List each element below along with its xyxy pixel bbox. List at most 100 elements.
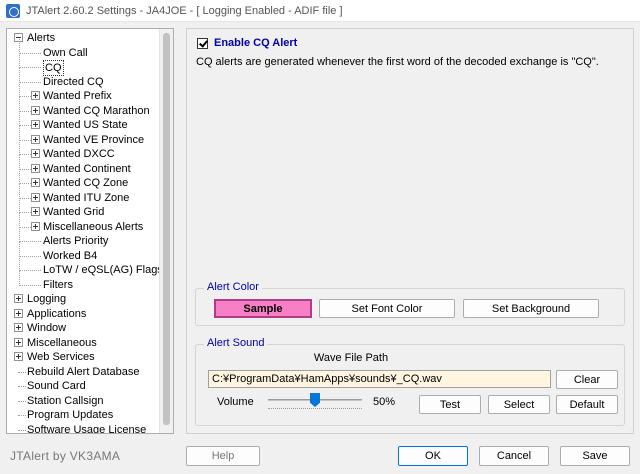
tree-item-label[interactable]: LoTW / eQSL(AG) Flags xyxy=(43,263,159,277)
tree-item-label[interactable]: Own Call xyxy=(43,46,88,60)
set-font-color-button[interactable]: Set Font Color xyxy=(319,299,455,318)
tree-item-label[interactable]: Wanted CQ Zone xyxy=(43,176,128,190)
expand-icon[interactable] xyxy=(14,337,23,347)
expand-icon[interactable] xyxy=(31,207,40,216)
tree-item-label[interactable]: Wanted Continent xyxy=(43,162,131,176)
tree-item-label[interactable]: Wanted US State xyxy=(43,118,128,132)
tree-item[interactable]: Wanted VE Province xyxy=(7,125,157,147)
tree-item[interactable]: Sound Card xyxy=(7,379,157,393)
tree-item-label[interactable]: Software Usage License xyxy=(27,423,146,434)
tree-item-label[interactable]: Web Services xyxy=(27,350,95,364)
tree-item-label[interactable]: Window xyxy=(27,321,66,335)
tree-item[interactable]: Own Call xyxy=(7,38,157,60)
tree-item[interactable]: Program Updates xyxy=(7,408,157,422)
tree-item[interactable]: Rebuild Alert Database xyxy=(7,365,157,379)
tree-item[interactable]: Wanted Prefix xyxy=(7,82,157,103)
expand-icon[interactable] xyxy=(31,163,40,173)
set-background-button[interactable]: Set Background xyxy=(463,299,599,318)
tree-item-label[interactable]: Wanted DXCC xyxy=(43,147,115,161)
tree-item-label[interactable]: Wanted VE Province xyxy=(43,133,144,147)
cancel-button[interactable]: Cancel xyxy=(479,446,549,466)
expand-icon[interactable] xyxy=(31,192,40,202)
tree-item-label[interactable]: Alerts Priority xyxy=(43,234,108,248)
expand-icon[interactable] xyxy=(31,134,40,144)
tree-item[interactable]: Applications xyxy=(7,307,157,321)
expand-icon[interactable] xyxy=(31,91,40,100)
volume-label: Volume xyxy=(217,396,254,408)
tree-connector xyxy=(19,169,20,184)
tree-item-label[interactable]: Miscellaneous xyxy=(27,336,97,350)
expand-icon[interactable] xyxy=(31,149,40,158)
tree-item[interactable]: Window xyxy=(7,321,157,335)
tree-scrollbar-thumb[interactable] xyxy=(163,33,170,425)
tree-item[interactable]: Wanted CQ Marathon xyxy=(7,96,157,118)
help-button[interactable]: Help xyxy=(186,446,260,466)
tree-item[interactable]: Wanted Grid xyxy=(7,198,157,219)
tree-connector xyxy=(19,110,31,112)
tree-item-label[interactable]: Wanted CQ Marathon xyxy=(43,104,150,118)
alert-sound-group: Alert Sound Wave File Path C:¥ProgramDat… xyxy=(195,337,625,426)
tree-item[interactable]: LoTW / eQSL(AG) Flags xyxy=(7,256,159,277)
enable-cq-alert-label[interactable]: Enable CQ Alert xyxy=(214,37,297,49)
expand-icon[interactable] xyxy=(14,323,23,332)
tree-item[interactable]: CQ xyxy=(7,53,157,76)
clear-button[interactable]: Clear xyxy=(556,370,618,389)
tree-item-label[interactable]: Alerts xyxy=(27,31,55,45)
tree-item-label[interactable]: Filters xyxy=(43,278,73,292)
settings-tree[interactable]: Alerts Own Call CQ Directed CQ Wanted Prefix… xyxy=(6,28,174,434)
tree-item[interactable]: Logging xyxy=(7,292,157,306)
default-sound-button[interactable]: Default xyxy=(556,395,618,414)
tree-item[interactable]: Software Usage License xyxy=(7,423,157,434)
tree-item-label[interactable]: Directed CQ xyxy=(43,75,104,89)
tree-item-label[interactable]: Wanted Prefix xyxy=(43,89,112,103)
tree-item-label[interactable]: Sound Card xyxy=(27,379,86,393)
volume-slider[interactable] xyxy=(266,391,364,411)
wave-file-path-input[interactable]: C:¥ProgramData¥HamApps¥sounds¥_CQ.wav xyxy=(208,370,551,388)
tree-item-label[interactable]: Wanted Grid xyxy=(43,205,104,219)
tree-item[interactable]: Directed CQ xyxy=(7,67,157,89)
tree-item-label[interactable]: Rebuild Alert Database xyxy=(27,365,140,379)
tree-item[interactable]: Web Services xyxy=(7,350,157,364)
tree-connector xyxy=(19,226,31,228)
select-sound-button[interactable]: Select xyxy=(488,395,550,414)
tree-item[interactable]: Worked B4 xyxy=(7,241,157,263)
tree-item-label[interactable]: Program Updates xyxy=(27,408,113,422)
ok-button[interactable]: OK xyxy=(398,446,468,466)
tree-item[interactable]: Wanted US State xyxy=(7,111,157,132)
expand-icon[interactable] xyxy=(31,120,40,129)
tree-item[interactable]: Miscellaneous xyxy=(7,336,157,350)
expand-icon[interactable] xyxy=(31,105,40,115)
tree-connector xyxy=(19,197,31,199)
expand-icon[interactable] xyxy=(14,352,23,361)
enable-cq-alert-row[interactable]: Enable CQ Alert xyxy=(197,37,297,49)
tree-item[interactable]: Filters xyxy=(7,270,157,292)
tree-item-label[interactable]: Miscellaneous Alerts xyxy=(43,220,143,234)
tree-scrollbar[interactable] xyxy=(159,29,173,433)
tree-item-label[interactable]: Worked B4 xyxy=(43,249,97,263)
expand-icon[interactable] xyxy=(14,294,23,303)
alert-color-legend: Alert Color xyxy=(204,281,262,293)
tree-connector xyxy=(19,125,31,126)
test-sound-button[interactable]: Test xyxy=(419,395,481,414)
tree-connector xyxy=(19,53,20,68)
tree-item-label[interactable]: Logging xyxy=(27,292,66,306)
cq-alert-description: CQ alerts are generated whenever the fir… xyxy=(196,56,599,68)
tree-item[interactable]: Station Callsign xyxy=(7,394,157,408)
tree-item[interactable]: Miscellaneous Alerts xyxy=(7,212,157,234)
tree-item-label[interactable]: Wanted ITU Zone xyxy=(43,191,129,205)
expand-icon[interactable] xyxy=(14,308,23,318)
volume-slider-thumb[interactable] xyxy=(310,393,320,407)
tree-item[interactable]: Alerts xyxy=(7,31,157,45)
tree-item[interactable]: Alerts Priority xyxy=(7,227,157,248)
tree-item[interactable]: Wanted CQ Zone xyxy=(7,169,157,190)
expand-icon[interactable] xyxy=(31,221,40,231)
save-button[interactable]: Save xyxy=(560,446,630,466)
tree-item-label[interactable]: Applications xyxy=(27,307,86,321)
tree-item-label[interactable]: Station Callsign xyxy=(27,394,103,408)
tree-connector xyxy=(19,52,41,54)
expand-icon[interactable] xyxy=(31,178,40,187)
enable-cq-alert-checkbox[interactable] xyxy=(197,37,208,49)
tree-item[interactable]: Wanted Continent xyxy=(7,154,157,176)
tree-item[interactable]: Wanted ITU Zone xyxy=(7,183,157,205)
tree-item[interactable]: Wanted DXCC xyxy=(7,140,157,161)
